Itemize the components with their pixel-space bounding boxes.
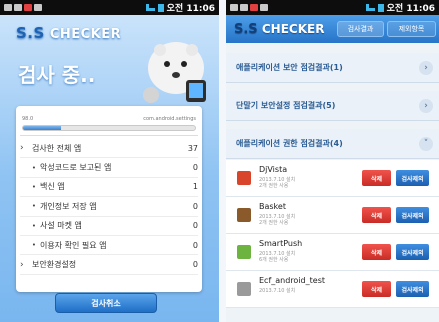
chevron-right-icon: ›: [20, 259, 24, 270]
app-name: Ecf_android_test: [259, 276, 325, 285]
notification-icons: [230, 4, 268, 11]
app-row: SmartPush 2013.7.10 설치 6개 권한 사용 삭제 검사제외: [226, 234, 439, 271]
scan-progress-bar: [22, 125, 196, 131]
app-name: DjVista: [259, 165, 288, 174]
result-row[interactable]: • 이용자 확인 필요 앱 0: [20, 236, 198, 256]
status-bar: 오전 11:06: [226, 0, 439, 15]
battery-icon: [377, 3, 384, 12]
bullet-icon: •: [31, 221, 36, 230]
app-permission-count: 2개 권한 사용: [259, 220, 289, 226]
result-row[interactable]: • 개인정보 저장 앱 0: [20, 197, 198, 217]
delete-button[interactable]: 삭제: [362, 244, 391, 260]
result-row[interactable]: › 검사한 전체 앱 37: [20, 139, 198, 159]
result-label: 개인정보 저장 앱: [40, 201, 97, 211]
result-row[interactable]: • 악성코드로 보고된 앱 0: [20, 158, 198, 178]
result-row[interactable]: • 사설 마켓 앱 0: [20, 217, 198, 236]
app-row: Ecf_android_test 2013.7.10 설치 삭제 검사제외: [226, 271, 439, 308]
bullet-icon: •: [31, 182, 36, 191]
result-label: 이용자 확인 필요 앱: [40, 240, 107, 250]
app-meta: 2013.7.10 설치 6개 권한 사용: [259, 251, 295, 263]
result-count: 0: [192, 163, 198, 173]
chevron-right-icon: ›: [419, 98, 433, 113]
divider: [20, 135, 198, 136]
cancel-scan-button[interactable]: 검사취소: [55, 293, 157, 313]
exclude-button[interactable]: 검사제외: [396, 281, 429, 297]
logo-text: CHECKER: [261, 22, 325, 36]
app-logo: S.S CHECKER: [16, 24, 121, 42]
app-meta: 2013.7.10 설치 2개 권한 사용: [259, 214, 295, 226]
results-screen: 오전 11:06 S.S CHECKER 검사결과 제외항목 애플리케이션 보안…: [226, 0, 439, 322]
page-title: 검사 중..: [18, 63, 96, 87]
scanning-screen: 오전 11:06 S.S CHECKER 검사 중.. 98.0 com.and…: [0, 0, 219, 322]
delete-button[interactable]: 삭제: [362, 170, 391, 186]
scan-progress-fill: [23, 126, 61, 130]
app-header: S.S CHECKER 검사결과 제외항목: [226, 15, 439, 43]
logo-text: CHECKER: [49, 27, 122, 42]
result-label: 백신 앱: [40, 182, 65, 192]
app-row: DjVista 2013.7.10 설치 2개 권한 사용 삭제 검사제외: [226, 160, 439, 197]
app-icon: [237, 171, 251, 185]
delete-button[interactable]: 삭제: [362, 281, 391, 297]
app-name: Basket: [259, 202, 286, 211]
status-bar: 오전 11:06: [0, 0, 219, 15]
bullet-icon: •: [31, 241, 36, 250]
bullet-icon: •: [31, 163, 36, 172]
section-label: 애플리케이션 권한 점검결과(4): [236, 139, 343, 148]
status-time: 오전 11:06: [386, 4, 435, 14]
scan-panel: 98.0 com.android.settings › 검사한 전체 앱 37 • 악성…: [16, 106, 202, 292]
exclude-button[interactable]: 검사제외: [396, 244, 429, 260]
result-count: 0: [192, 260, 198, 270]
app-meta: 2013.7.10 설치: [259, 288, 295, 294]
signal-icon: [365, 4, 375, 11]
app-icon: [237, 208, 251, 222]
notification-icons: [4, 4, 42, 11]
section-app-permissions[interactable]: 애플리케이션 권한 점검결과(4) ˅: [226, 129, 439, 159]
chevron-right-icon: ›: [20, 143, 24, 154]
result-count: 0: [192, 221, 198, 231]
app-permission-count: 6개 권한 사용: [259, 257, 289, 263]
app-row: Basket 2013.7.10 설치 2개 권한 사용 삭제 검사제외: [226, 197, 439, 234]
app-icon: [237, 282, 251, 296]
scan-current-package: com.android.settings: [143, 116, 196, 122]
app-name: SmartPush: [259, 239, 303, 248]
result-label: 보안환경설정: [32, 260, 77, 270]
app-logo: S.S CHECKER: [234, 22, 324, 37]
result-label: 악성코드로 보고된 앱: [40, 163, 112, 173]
tab-results[interactable]: 검사결과: [337, 21, 384, 37]
scan-results-list: › 검사한 전체 앱 37 • 악성코드로 보고된 앱 0 • 백신 앱 1 • 개인정보 저장 앱…: [20, 139, 198, 275]
tab-excluded[interactable]: 제외항목: [387, 21, 436, 37]
exclude-button[interactable]: 검사제외: [396, 207, 429, 223]
result-count: 0: [192, 201, 198, 211]
delete-button[interactable]: 삭제: [362, 207, 391, 223]
chevron-down-icon: ˅: [419, 136, 433, 151]
app-permission-count: 2개 권한 사용: [259, 183, 289, 189]
section-app-security[interactable]: 애플리케이션 보안 점검결과(1) ›: [226, 53, 439, 83]
logo-prefix: S.S: [16, 24, 45, 42]
chevron-right-icon: ›: [419, 60, 433, 75]
result-label: 사설 마켓 앱: [40, 221, 82, 231]
result-row[interactable]: • 백신 앱 1: [20, 178, 198, 198]
status-time: 오전 11:06: [166, 4, 215, 14]
polar-bear-mascot-icon: [143, 42, 206, 103]
exclude-button[interactable]: 검사제외: [396, 170, 429, 186]
app-install-date: 2013.7.10 설치: [259, 288, 296, 294]
bullet-icon: •: [31, 202, 36, 211]
result-row[interactable]: › 보안환경설정 0: [20, 255, 198, 275]
logo-prefix: S.S: [234, 22, 258, 37]
app-icon: [237, 245, 251, 259]
result-count: 37: [187, 143, 198, 153]
result-count: 0: [192, 240, 198, 250]
section-label: 애플리케이션 보안 점검결과(1): [236, 63, 343, 72]
scan-progress-text: 98.0: [22, 116, 34, 122]
result-label: 검사한 전체 앱: [32, 143, 82, 153]
signal-icon: [145, 4, 155, 11]
battery-icon: [157, 3, 164, 12]
app-meta: 2013.7.10 설치 2개 권한 사용: [259, 177, 295, 189]
result-count: 1: [192, 182, 198, 192]
section-label: 단말기 보안설정 점검결과(5): [236, 101, 336, 110]
app-permission-list: DjVista 2013.7.10 설치 2개 권한 사용 삭제 검사제외 Basket 2…: [226, 160, 439, 308]
section-device-security[interactable]: 단말기 보안설정 점검결과(5) ›: [226, 91, 439, 121]
